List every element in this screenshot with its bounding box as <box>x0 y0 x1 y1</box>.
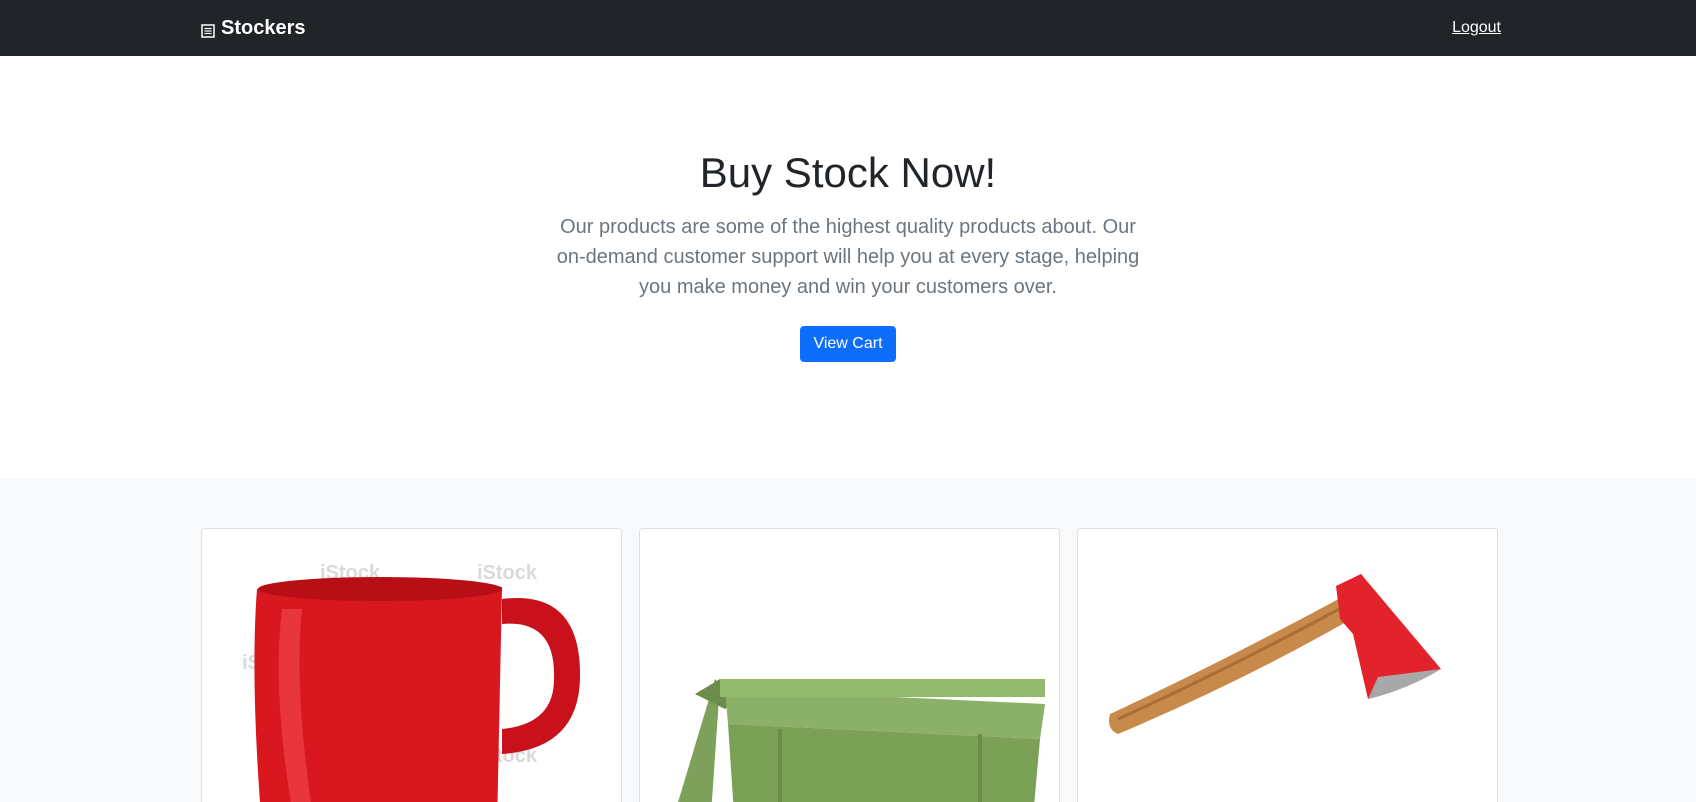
product-card-mug[interactable]: iStock iStock iStock iStock iStock iStoc… <box>201 528 622 802</box>
product-card-bin[interactable] <box>639 528 1060 802</box>
document-icon <box>201 21 215 38</box>
watermark-text: iStock <box>477 562 538 584</box>
product-card-axe[interactable] <box>1077 528 1498 802</box>
red-mug-image: iStock iStock iStock iStock iStock iStoc… <box>202 529 621 802</box>
navbar: Stockers Logout <box>0 0 1696 56</box>
hero-description: Our products are some of the highest qua… <box>556 216 1140 299</box>
page-title: Buy Stock Now! <box>699 149 997 196</box>
products-section: iStock iStock iStock iStock iStock iStoc… <box>0 479 1696 802</box>
brand-name: Stockers <box>221 16 306 39</box>
product-grid: iStock iStock iStock iStock iStock iStoc… <box>201 528 1498 802</box>
green-bin-image <box>640 529 1059 802</box>
red-axe-image <box>1078 529 1497 802</box>
brand-link[interactable]: Stockers <box>201 17 306 40</box>
hero-section: Buy Stock Now! Our products are some of … <box>0 56 1696 479</box>
view-cart-button[interactable]: View Cart <box>800 326 896 363</box>
logout-link[interactable]: Logout <box>1452 19 1501 37</box>
